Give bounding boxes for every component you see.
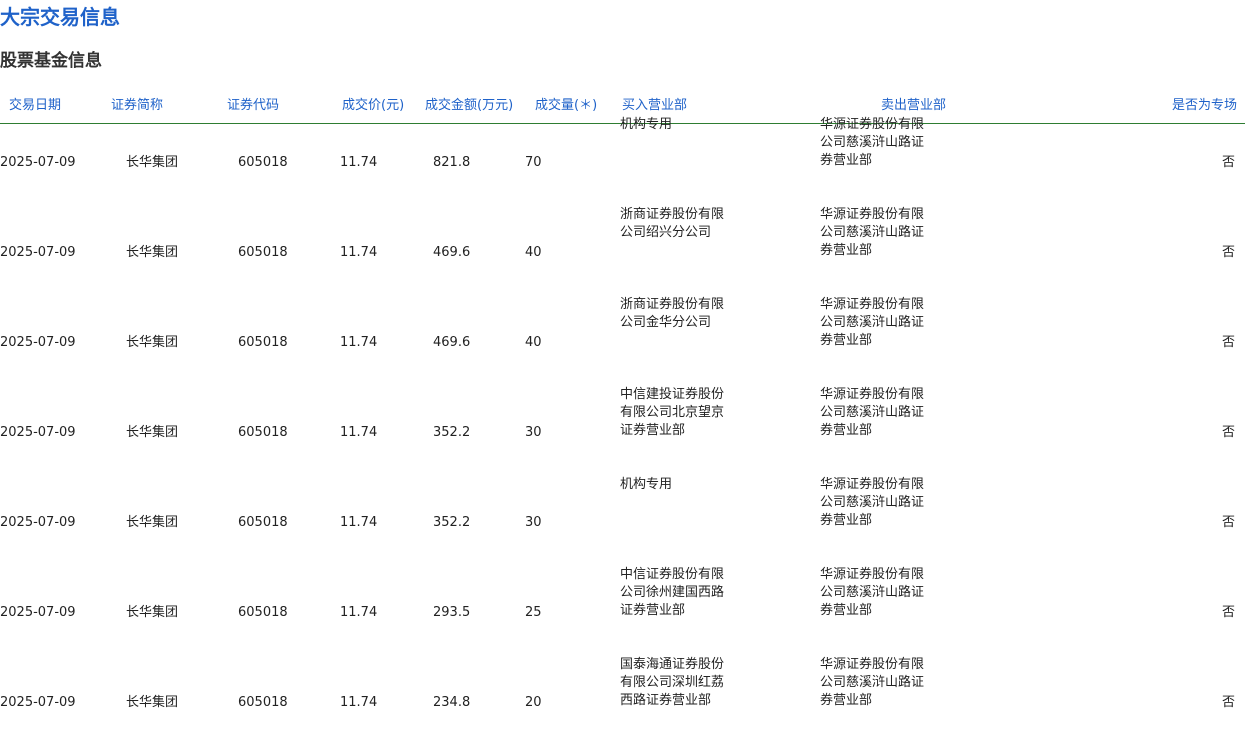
cell-security-code[interactable]: 605018 bbox=[238, 154, 288, 172]
cell-amount: 352.2 bbox=[433, 515, 471, 530]
cell-security-name[interactable]: 长华集团 bbox=[126, 334, 178, 352]
cell-security-code[interactable]: 605018 bbox=[238, 424, 288, 442]
cell-volume: 30 bbox=[525, 515, 542, 530]
header-seller[interactable]: 卖出营业部 bbox=[881, 98, 946, 114]
cell-trade-date: 2025-07-09 bbox=[0, 425, 76, 440]
cell-security-name[interactable]: 长华集团 bbox=[126, 244, 178, 262]
cell-amount: 352.2 bbox=[433, 425, 471, 440]
cell-security-code[interactable]: 605018 bbox=[238, 334, 288, 352]
cell-volume: 25 bbox=[525, 605, 542, 620]
cell-security-name[interactable]: 长华集团 bbox=[126, 154, 178, 172]
cell-trade-date: 2025-07-09 bbox=[0, 695, 76, 710]
cell-seller: 华源证券股份有限公司慈溪浒山路证券营业部 bbox=[820, 387, 925, 438]
header-security-name[interactable]: 证券简称 bbox=[111, 98, 163, 114]
table-row: 2025-07-09 长华集团 605018 11.74 234.8 20 国泰… bbox=[0, 657, 1245, 754]
cell-volume: 20 bbox=[525, 695, 542, 710]
cell-price: 11.74 bbox=[340, 515, 378, 530]
cell-amount: 469.6 bbox=[433, 335, 471, 350]
cell-volume: 30 bbox=[525, 425, 542, 440]
cell-volume: 70 bbox=[525, 155, 542, 170]
cell-special-session: 否 bbox=[1221, 695, 1235, 710]
cell-special-session: 否 bbox=[1221, 245, 1235, 260]
header-amount[interactable]: 成交金额(万元) bbox=[425, 98, 513, 114]
cell-special-session: 否 bbox=[1221, 515, 1235, 530]
cell-buyer: 中信证券股份有限公司徐州建国西路证券营业部 bbox=[620, 567, 725, 618]
cell-buyer: 机构专用 bbox=[620, 477, 673, 492]
cell-seller: 华源证券股份有限公司慈溪浒山路证券营业部 bbox=[820, 117, 925, 168]
cell-security-name[interactable]: 长华集团 bbox=[126, 604, 178, 622]
cell-security-code[interactable]: 605018 bbox=[238, 244, 288, 262]
cell-special-session: 否 bbox=[1221, 155, 1235, 170]
cell-security-name[interactable]: 长华集团 bbox=[126, 424, 178, 442]
table-row: 2025-07-09 长华集团 605018 11.74 293.5 25 中信… bbox=[0, 567, 1245, 664]
cell-trade-date: 2025-07-09 bbox=[0, 155, 76, 170]
cell-amount: 293.5 bbox=[433, 605, 471, 620]
cell-buyer: 浙商证券股份有限公司绍兴分公司 bbox=[620, 207, 725, 240]
cell-amount: 469.6 bbox=[433, 245, 471, 260]
cell-security-code[interactable]: 605018 bbox=[238, 604, 288, 622]
cell-amount: 821.8 bbox=[433, 155, 471, 170]
cell-price: 11.74 bbox=[340, 605, 378, 620]
cell-volume: 40 bbox=[525, 245, 542, 260]
cell-price: 11.74 bbox=[340, 335, 378, 350]
header-price[interactable]: 成交价(元) bbox=[342, 98, 404, 114]
table-body: 2025-07-09 长华集团 605018 11.74 821.8 70 机构… bbox=[0, 117, 1245, 754]
cell-buyer: 浙商证券股份有限公司金华分公司 bbox=[620, 297, 725, 330]
block-trade-table: 交易日期 证券简称 证券代码 成交价(元) 成交金额(万元) 成交量(＊) 买入… bbox=[0, 90, 1245, 754]
table-row: 2025-07-09 长华集团 605018 11.74 469.6 40 浙商… bbox=[0, 207, 1245, 304]
cell-special-session: 否 bbox=[1221, 335, 1235, 350]
cell-price: 11.74 bbox=[340, 695, 378, 710]
cell-security-name[interactable]: 长华集团 bbox=[126, 514, 178, 532]
cell-volume: 40 bbox=[525, 335, 542, 350]
cell-security-code[interactable]: 605018 bbox=[238, 514, 288, 532]
cell-special-session: 否 bbox=[1221, 605, 1235, 620]
cell-security-name[interactable]: 长华集团 bbox=[126, 694, 178, 712]
header-special-session[interactable]: 是否为专场 bbox=[1172, 98, 1237, 114]
page-title: 大宗交易信息 bbox=[0, 5, 120, 29]
cell-seller: 华源证券股份有限公司慈溪浒山路证券营业部 bbox=[820, 567, 925, 618]
cell-price: 11.74 bbox=[340, 245, 378, 260]
cell-price: 11.74 bbox=[340, 155, 378, 170]
cell-security-code[interactable]: 605018 bbox=[238, 694, 288, 712]
cell-trade-date: 2025-07-09 bbox=[0, 605, 76, 620]
header-buyer[interactable]: 买入营业部 bbox=[622, 98, 687, 114]
header-security-code[interactable]: 证券代码 bbox=[227, 98, 279, 114]
cell-seller: 华源证券股份有限公司慈溪浒山路证券营业部 bbox=[820, 477, 925, 528]
cell-trade-date: 2025-07-09 bbox=[0, 515, 76, 530]
cell-seller: 华源证券股份有限公司慈溪浒山路证券营业部 bbox=[820, 207, 925, 258]
section-title: 股票基金信息 bbox=[0, 51, 102, 71]
table-row: 2025-07-09 长华集团 605018 11.74 352.2 30 机构… bbox=[0, 477, 1245, 574]
cell-seller: 华源证券股份有限公司慈溪浒山路证券营业部 bbox=[820, 297, 925, 348]
cell-amount: 234.8 bbox=[433, 695, 471, 710]
cell-buyer: 机构专用 bbox=[620, 117, 673, 132]
cell-seller: 华源证券股份有限公司慈溪浒山路证券营业部 bbox=[820, 657, 925, 708]
cell-price: 11.74 bbox=[340, 425, 378, 440]
table-row: 2025-07-09 长华集团 605018 11.74 821.8 70 机构… bbox=[0, 117, 1245, 214]
cell-trade-date: 2025-07-09 bbox=[0, 335, 76, 350]
header-volume[interactable]: 成交量(＊) bbox=[535, 98, 597, 114]
header-trade-date[interactable]: 交易日期 bbox=[9, 98, 61, 114]
cell-trade-date: 2025-07-09 bbox=[0, 245, 76, 260]
cell-buyer: 国泰海通证券股份有限公司深圳红荔西路证券营业部 bbox=[620, 657, 725, 708]
table-row: 2025-07-09 长华集团 605018 11.74 469.6 40 浙商… bbox=[0, 297, 1245, 394]
cell-buyer: 中信建投证券股份有限公司北京望京证券营业部 bbox=[620, 387, 725, 438]
table-row: 2025-07-09 长华集团 605018 11.74 352.2 30 中信… bbox=[0, 387, 1245, 484]
cell-special-session: 否 bbox=[1221, 425, 1235, 440]
